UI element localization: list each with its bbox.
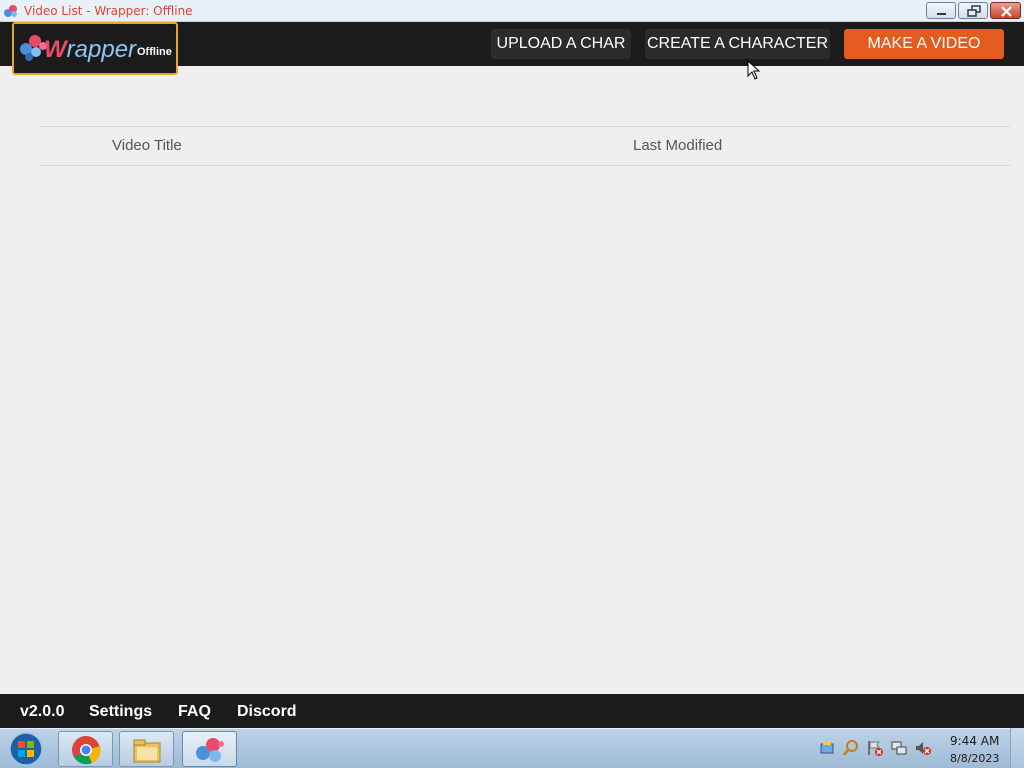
close-icon: [1001, 6, 1012, 17]
logo-letter-w: Wrapper: [44, 36, 137, 63]
restore-button[interactable]: [958, 2, 988, 19]
wrapper-app-icon: [4, 5, 17, 17]
clock-date[interactable]: 8/8/2023: [950, 752, 999, 765]
logo-w: W: [44, 36, 69, 63]
clock-time[interactable]: 9:44 AM: [950, 734, 999, 748]
app-footer: v2.0.0 Settings FAQ Discord: [0, 694, 1024, 728]
folder-icon: [133, 739, 161, 763]
faq-link[interactable]: FAQ: [178, 703, 211, 721]
taskbar-chrome-button[interactable]: [58, 731, 113, 767]
volume-muted-icon[interactable]: [914, 739, 932, 757]
minimize-button[interactable]: [926, 2, 956, 19]
taskbar-explorer-button[interactable]: [119, 731, 174, 767]
video-list-header: Video Title Last Modified: [40, 126, 1010, 166]
create-character-button[interactable]: CREATE A CHARACTER: [645, 29, 830, 59]
window-title: Video List - Wrapper: Offline: [24, 4, 193, 18]
make-video-button[interactable]: MAKE A VIDEO: [844, 29, 1004, 59]
minimize-icon: [937, 13, 946, 15]
logo-rest: rapper: [67, 36, 137, 63]
network-icon[interactable]: [890, 739, 908, 757]
close-button[interactable]: [990, 2, 1021, 19]
window-titlebar: Video List - Wrapper: Offline: [0, 0, 1024, 22]
app-logo[interactable]: Wrapper Offline: [12, 22, 178, 75]
column-video-title[interactable]: Video Title: [112, 137, 182, 154]
settings-link[interactable]: Settings: [89, 703, 152, 721]
column-last-modified[interactable]: Last Modified: [633, 137, 722, 154]
taskbar-wrapper-button[interactable]: [182, 731, 237, 767]
version-label: v2.0.0: [20, 703, 65, 720]
show-desktop-button[interactable]: [1010, 728, 1024, 768]
chrome-icon: [72, 736, 101, 765]
wrapper-icon: [196, 738, 224, 762]
search-icon[interactable]: [842, 739, 860, 757]
flag-alert-icon[interactable]: [866, 739, 884, 757]
mouse-cursor-icon: [747, 60, 761, 80]
wrapper-logo: Wrapper Offline: [20, 35, 172, 63]
upload-char-button[interactable]: UPLOAD A CHAR: [491, 29, 631, 59]
restore-icon: [967, 5, 981, 17]
start-button[interactable]: [4, 731, 50, 767]
discord-link[interactable]: Discord: [237, 703, 297, 721]
logo-suffix: Offline: [137, 46, 172, 58]
action-center-icon[interactable]: [818, 739, 836, 757]
